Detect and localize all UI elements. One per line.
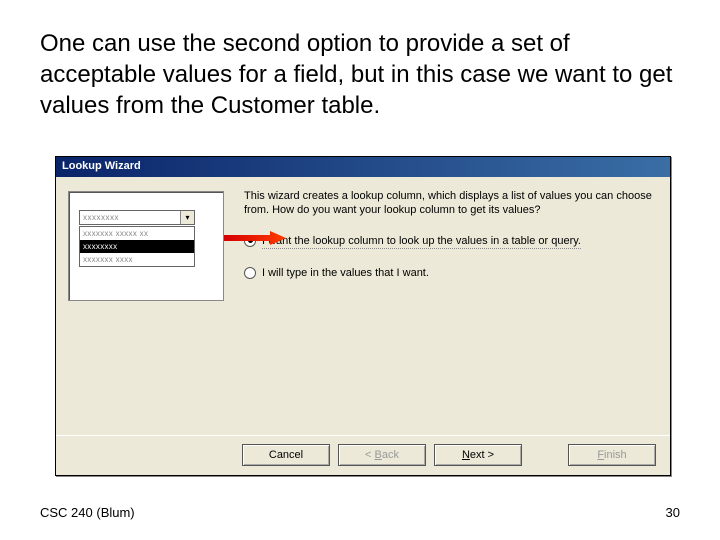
sample-combo-text: xxxxxxxx (80, 211, 180, 224)
option-label: I want the lookup column to look up the … (262, 234, 581, 248)
next-button[interactable]: Next > (434, 444, 522, 466)
radio-icon[interactable] (244, 267, 256, 279)
chevron-down-icon: ▾ (180, 211, 194, 224)
cancel-button[interactable]: Cancel (242, 444, 330, 466)
wizard-intro-text: This wizard creates a lookup column, whi… (244, 189, 654, 218)
option-lookup-table[interactable]: I want the lookup column to look up the … (244, 234, 654, 248)
list-item: xxxxxxx xxxxx xx (80, 227, 194, 240)
back-button[interactable]: < Back (338, 444, 426, 466)
wizard-illustration-pane: xxxxxxxx ▾ xxxxxxx xxxxx xx xxxxxxxx xxx… (56, 177, 236, 435)
finish-button[interactable]: Finish (568, 444, 656, 466)
sample-combo: xxxxxxxx ▾ (79, 210, 195, 225)
wizard-body: xxxxxxxx ▾ xxxxxxx xxxxx xx xxxxxxxx xxx… (56, 177, 670, 435)
wizard-title-bar: Lookup Wizard (56, 157, 670, 177)
list-item: xxxxxxx xxxx (80, 253, 194, 266)
radio-icon[interactable] (244, 235, 256, 247)
sample-listbox: xxxxxxx xxxxx xx xxxxxxxx xxxxxxx xxxx (79, 226, 195, 267)
wizard-content-pane: This wizard creates a lookup column, whi… (236, 177, 670, 435)
option-type-values[interactable]: I will type in the values that I want. (244, 266, 654, 280)
lookup-wizard-window: Lookup Wizard xxxxxxxx ▾ xxxxxxx xxxxx x… (55, 156, 671, 476)
slide-body-text: One can use the second option to provide… (40, 28, 680, 122)
option-label: I will type in the values that I want. (262, 266, 429, 280)
sample-preview-box: xxxxxxxx ▾ xxxxxxx xxxxx xx xxxxxxxx xxx… (68, 191, 224, 301)
slide-footer-left: CSC 240 (Blum) (40, 505, 135, 520)
wizard-button-row: Cancel < Back Next > Finish (56, 435, 670, 475)
list-item: xxxxxxxx (80, 240, 194, 253)
slide-page-number: 30 (666, 505, 680, 520)
